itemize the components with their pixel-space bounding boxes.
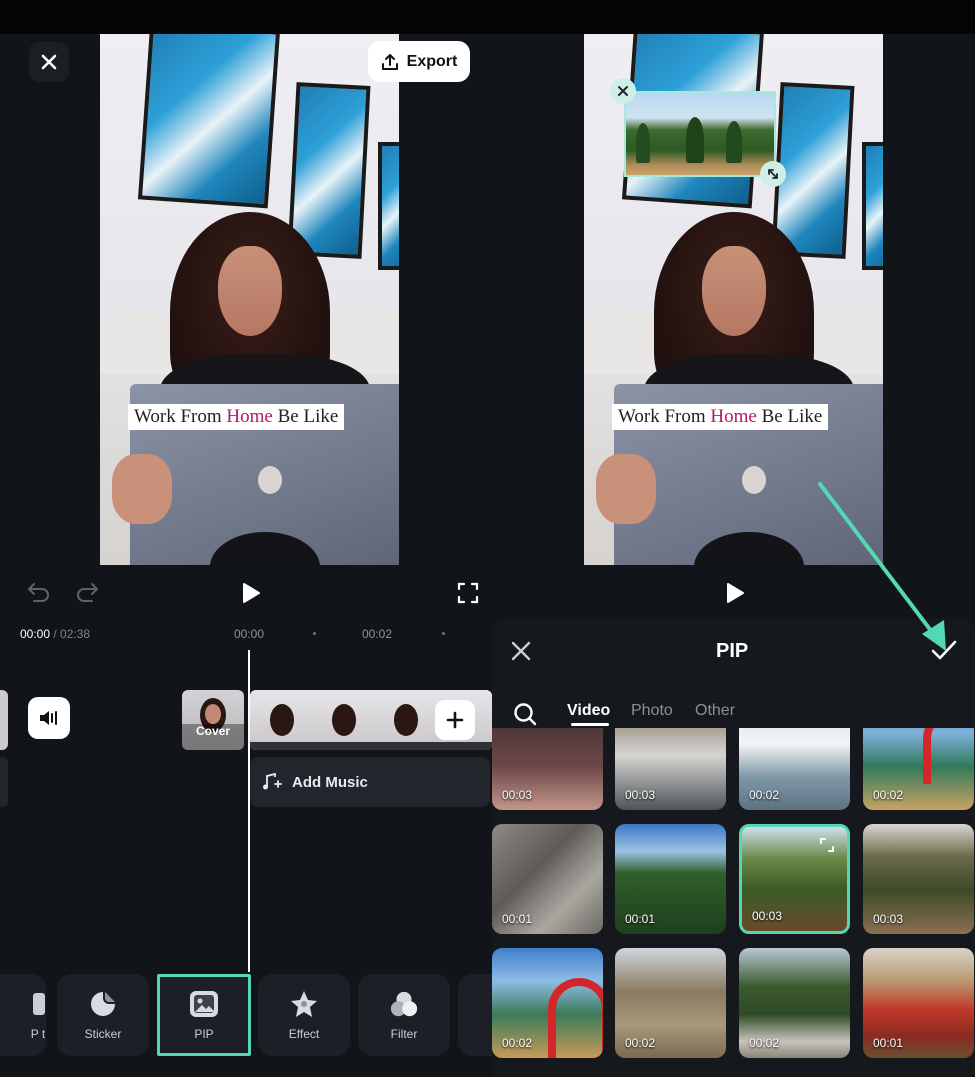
time-readout: 00:00 / 02:38 bbox=[20, 627, 90, 641]
pip-close-button[interactable] bbox=[510, 640, 532, 667]
cover-label: Cover bbox=[195, 724, 230, 738]
export-button[interactable]: Export bbox=[368, 41, 470, 82]
toolbar-item-partial[interactable] bbox=[458, 974, 492, 1056]
time-separator: / bbox=[50, 627, 61, 641]
media-item[interactable]: 00:02 bbox=[739, 728, 850, 810]
sparkle-star-icon bbox=[289, 989, 319, 1019]
close-icon bbox=[41, 54, 57, 70]
close-icon bbox=[511, 641, 531, 661]
cover-thumbnail[interactable]: Cover bbox=[182, 690, 244, 750]
pip-overlay[interactable] bbox=[624, 91, 776, 177]
media-item[interactable]: 00:02 bbox=[739, 948, 850, 1058]
video-caption: Work From Home Be Like bbox=[612, 404, 829, 430]
current-time: 00:00 bbox=[20, 627, 51, 641]
ruler-mark: 00:02 bbox=[362, 627, 393, 641]
pip-resize-handle[interactable] bbox=[760, 161, 786, 187]
painting bbox=[378, 142, 399, 270]
fullscreen-button[interactable] bbox=[457, 582, 479, 609]
effect-tool[interactable]: Effect bbox=[258, 974, 350, 1056]
ruler-dot bbox=[442, 632, 445, 635]
close-icon bbox=[618, 86, 628, 96]
search-button[interactable] bbox=[513, 702, 537, 731]
ruler-dot bbox=[313, 632, 316, 635]
play-button[interactable] bbox=[725, 582, 745, 609]
export-label: Export bbox=[406, 52, 458, 70]
media-item[interactable]: 00:03 bbox=[615, 728, 726, 810]
total-time: 02:38 bbox=[60, 627, 91, 641]
add-clip-button[interactable] bbox=[435, 700, 475, 740]
video-caption: Work From Home Be Like bbox=[128, 404, 345, 430]
picture-icon bbox=[189, 989, 219, 1019]
close-button[interactable] bbox=[29, 42, 69, 82]
painting bbox=[137, 34, 281, 209]
filter-label: Filter bbox=[390, 1027, 418, 1041]
filter-circles-icon bbox=[389, 989, 419, 1019]
plus-icon bbox=[446, 711, 464, 729]
undo-button[interactable] bbox=[26, 581, 50, 608]
pip-tool[interactable]: PIP bbox=[157, 974, 251, 1056]
filter-tool[interactable]: Filter bbox=[358, 974, 450, 1056]
ruler-mark: 00:00 bbox=[234, 627, 265, 641]
media-item[interactable]: 00:02 bbox=[863, 728, 974, 810]
fullscreen-icon bbox=[457, 582, 479, 604]
media-item[interactable]: 00:02 bbox=[615, 948, 726, 1058]
pip-title: PIP bbox=[716, 640, 749, 662]
speaker-icon bbox=[40, 711, 57, 725]
media-item[interactable]: 00:01 bbox=[615, 824, 726, 934]
expand-icon bbox=[820, 838, 834, 852]
undo-icon bbox=[28, 583, 49, 602]
sticker-label: Sticker bbox=[84, 1027, 122, 1041]
pip-label: PIP bbox=[194, 1027, 214, 1041]
media-item[interactable]: 00:01 bbox=[863, 948, 974, 1058]
media-item[interactable]: 00:03 bbox=[863, 824, 974, 934]
toolbar-item-label: P t bbox=[30, 1027, 46, 1041]
toolbar-item-partial[interactable]: P t bbox=[0, 974, 46, 1056]
media-item[interactable]: 00:02 bbox=[492, 948, 603, 1058]
annotation-arrow bbox=[818, 482, 946, 651]
tab-other[interactable]: Other bbox=[695, 702, 735, 720]
pip-remove-button[interactable] bbox=[610, 78, 636, 104]
add-music-label: Add Music bbox=[292, 773, 368, 791]
text-icon bbox=[23, 989, 53, 1019]
play-button[interactable] bbox=[241, 582, 261, 609]
add-music-button[interactable]: Add Music bbox=[250, 757, 490, 807]
redo-button[interactable] bbox=[76, 581, 100, 608]
sticker-tool[interactable]: Sticker bbox=[57, 974, 149, 1056]
redo-icon bbox=[77, 583, 98, 602]
painting bbox=[287, 82, 371, 259]
media-item[interactable]: 00:01 bbox=[492, 824, 603, 934]
tab-photo[interactable]: Photo bbox=[631, 702, 673, 720]
sticker-icon bbox=[88, 989, 118, 1019]
search-icon bbox=[514, 703, 537, 726]
play-icon bbox=[727, 583, 744, 603]
tab-video[interactable]: Video bbox=[567, 702, 610, 720]
resize-arrows-icon bbox=[768, 169, 778, 179]
clip-thumbnail[interactable] bbox=[0, 690, 8, 750]
painting bbox=[862, 142, 883, 270]
playhead[interactable] bbox=[248, 650, 250, 972]
media-item-selected[interactable]: 00:03 bbox=[739, 824, 850, 934]
status-bar bbox=[0, 0, 975, 34]
media-item[interactable]: 00:03 bbox=[492, 728, 603, 810]
media-grid: 00:03 00:03 00:02 00:02 00:01 00:01 00:0… bbox=[492, 728, 975, 1077]
play-icon bbox=[243, 583, 260, 603]
video-preview[interactable]: Work From Home Be Like bbox=[100, 34, 399, 565]
music-note-icon bbox=[263, 773, 282, 790]
mute-clip-audio-button[interactable] bbox=[28, 697, 70, 739]
active-tab-indicator bbox=[571, 723, 609, 726]
track-item[interactable] bbox=[0, 757, 8, 807]
effect-label: Effect bbox=[288, 1027, 320, 1041]
upload-icon bbox=[381, 53, 398, 70]
